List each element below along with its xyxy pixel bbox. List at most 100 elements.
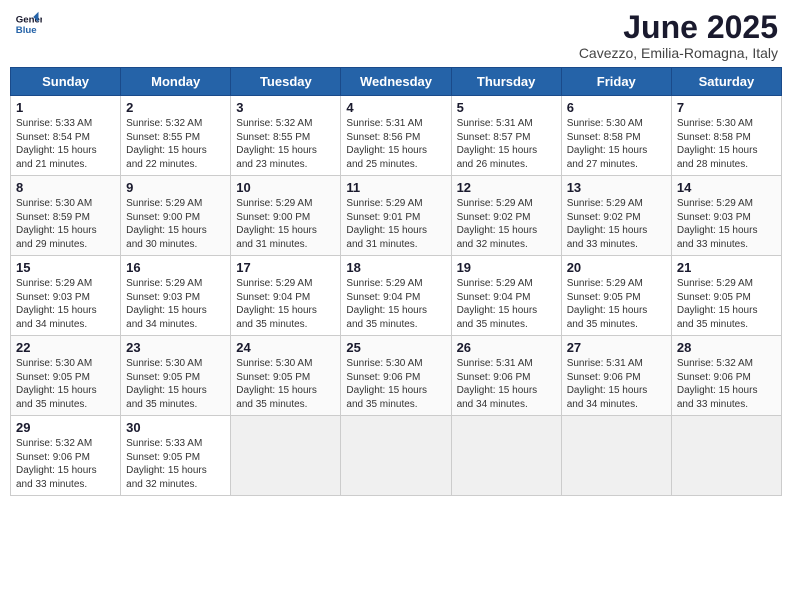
cell-info: Sunrise: 5:30 AM bbox=[236, 357, 335, 371]
cell-info: and 34 minutes. bbox=[567, 398, 666, 412]
day-number: 9 bbox=[126, 180, 225, 195]
calendar-cell bbox=[671, 416, 781, 496]
cell-info: Sunset: 9:04 PM bbox=[346, 291, 445, 305]
cell-info: Sunset: 9:04 PM bbox=[457, 291, 556, 305]
cell-info: Sunset: 9:06 PM bbox=[567, 371, 666, 385]
col-header-saturday: Saturday bbox=[671, 68, 781, 96]
cell-info: and 35 minutes. bbox=[457, 318, 556, 332]
day-number: 2 bbox=[126, 100, 225, 115]
day-number: 22 bbox=[16, 340, 115, 355]
cell-info: and 35 minutes. bbox=[126, 398, 225, 412]
day-number: 15 bbox=[16, 260, 115, 275]
calendar-cell: 1Sunrise: 5:33 AMSunset: 8:54 PMDaylight… bbox=[11, 96, 121, 176]
cell-info: Daylight: 15 hours bbox=[126, 464, 225, 478]
cell-info: Daylight: 15 hours bbox=[457, 304, 556, 318]
calendar-cell: 17Sunrise: 5:29 AMSunset: 9:04 PMDayligh… bbox=[231, 256, 341, 336]
week-row: 1Sunrise: 5:33 AMSunset: 8:54 PMDaylight… bbox=[11, 96, 782, 176]
cell-info: Daylight: 15 hours bbox=[16, 384, 115, 398]
cell-info: and 35 minutes. bbox=[236, 318, 335, 332]
cell-info: Sunset: 9:06 PM bbox=[346, 371, 445, 385]
calendar-cell: 22Sunrise: 5:30 AMSunset: 9:05 PMDayligh… bbox=[11, 336, 121, 416]
cell-info: Daylight: 15 hours bbox=[457, 144, 556, 158]
calendar-cell: 6Sunrise: 5:30 AMSunset: 8:58 PMDaylight… bbox=[561, 96, 671, 176]
day-number: 21 bbox=[677, 260, 776, 275]
cell-info: Sunset: 8:55 PM bbox=[126, 131, 225, 145]
cell-info: Sunrise: 5:29 AM bbox=[126, 197, 225, 211]
title-block: June 2025 Cavezzo, Emilia-Romagna, Italy bbox=[579, 10, 778, 61]
calendar-cell bbox=[231, 416, 341, 496]
cell-info: Sunrise: 5:29 AM bbox=[126, 277, 225, 291]
calendar-cell: 29Sunrise: 5:32 AMSunset: 9:06 PMDayligh… bbox=[11, 416, 121, 496]
day-number: 24 bbox=[236, 340, 335, 355]
day-number: 25 bbox=[346, 340, 445, 355]
cell-info: Sunrise: 5:33 AM bbox=[126, 437, 225, 451]
week-row: 22Sunrise: 5:30 AMSunset: 9:05 PMDayligh… bbox=[11, 336, 782, 416]
calendar-cell: 7Sunrise: 5:30 AMSunset: 8:58 PMDaylight… bbox=[671, 96, 781, 176]
cell-info: Daylight: 15 hours bbox=[236, 224, 335, 238]
day-number: 3 bbox=[236, 100, 335, 115]
cell-info: Daylight: 15 hours bbox=[16, 304, 115, 318]
day-number: 4 bbox=[346, 100, 445, 115]
cell-info: and 22 minutes. bbox=[126, 158, 225, 172]
cell-info: Sunrise: 5:29 AM bbox=[236, 277, 335, 291]
svg-text:Blue: Blue bbox=[16, 25, 37, 36]
calendar-cell: 4Sunrise: 5:31 AMSunset: 8:56 PMDaylight… bbox=[341, 96, 451, 176]
cell-info: Daylight: 15 hours bbox=[16, 144, 115, 158]
cell-info: Daylight: 15 hours bbox=[236, 304, 335, 318]
cell-info: Sunset: 8:54 PM bbox=[16, 131, 115, 145]
calendar-cell bbox=[561, 416, 671, 496]
cell-info: Daylight: 15 hours bbox=[236, 384, 335, 398]
cell-info: and 35 minutes. bbox=[236, 398, 335, 412]
cell-info: Sunset: 8:59 PM bbox=[16, 211, 115, 225]
cell-info: Daylight: 15 hours bbox=[346, 144, 445, 158]
calendar-cell: 13Sunrise: 5:29 AMSunset: 9:02 PMDayligh… bbox=[561, 176, 671, 256]
cell-info: Sunset: 9:05 PM bbox=[236, 371, 335, 385]
cell-info: Sunrise: 5:29 AM bbox=[677, 277, 776, 291]
calendar-cell: 25Sunrise: 5:30 AMSunset: 9:06 PMDayligh… bbox=[341, 336, 451, 416]
cell-info: and 25 minutes. bbox=[346, 158, 445, 172]
cell-info: Sunrise: 5:29 AM bbox=[567, 277, 666, 291]
cell-info: Sunset: 8:55 PM bbox=[236, 131, 335, 145]
cell-info: and 35 minutes. bbox=[346, 318, 445, 332]
cell-info: Sunset: 9:06 PM bbox=[16, 451, 115, 465]
cell-info: Sunrise: 5:32 AM bbox=[236, 117, 335, 131]
cell-info: Sunset: 9:05 PM bbox=[16, 371, 115, 385]
cell-info: Sunrise: 5:29 AM bbox=[677, 197, 776, 211]
cell-info: Sunset: 8:57 PM bbox=[457, 131, 556, 145]
cell-info: Sunrise: 5:29 AM bbox=[567, 197, 666, 211]
cell-info: and 21 minutes. bbox=[16, 158, 115, 172]
cell-info: Daylight: 15 hours bbox=[677, 384, 776, 398]
cell-info: and 29 minutes. bbox=[16, 238, 115, 252]
cell-info: Sunrise: 5:29 AM bbox=[16, 277, 115, 291]
calendar-cell: 3Sunrise: 5:32 AMSunset: 8:55 PMDaylight… bbox=[231, 96, 341, 176]
cell-info: Daylight: 15 hours bbox=[457, 224, 556, 238]
calendar-cell: 27Sunrise: 5:31 AMSunset: 9:06 PMDayligh… bbox=[561, 336, 671, 416]
cell-info: Sunset: 9:03 PM bbox=[126, 291, 225, 305]
cell-info: Sunrise: 5:30 AM bbox=[346, 357, 445, 371]
cell-info: Daylight: 15 hours bbox=[677, 224, 776, 238]
logo-icon: General Blue bbox=[14, 10, 42, 38]
day-number: 26 bbox=[457, 340, 556, 355]
month-title: June 2025 bbox=[579, 10, 778, 45]
calendar-cell: 30Sunrise: 5:33 AMSunset: 9:05 PMDayligh… bbox=[121, 416, 231, 496]
cell-info: and 33 minutes. bbox=[567, 238, 666, 252]
cell-info: and 35 minutes. bbox=[567, 318, 666, 332]
day-number: 20 bbox=[567, 260, 666, 275]
cell-info: and 33 minutes. bbox=[16, 478, 115, 492]
cell-info: Sunrise: 5:31 AM bbox=[567, 357, 666, 371]
cell-info: and 31 minutes. bbox=[236, 238, 335, 252]
cell-info: Sunset: 9:03 PM bbox=[16, 291, 115, 305]
day-number: 29 bbox=[16, 420, 115, 435]
cell-info: and 35 minutes. bbox=[346, 398, 445, 412]
calendar-cell: 23Sunrise: 5:30 AMSunset: 9:05 PMDayligh… bbox=[121, 336, 231, 416]
cell-info: and 30 minutes. bbox=[126, 238, 225, 252]
cell-info: Daylight: 15 hours bbox=[567, 384, 666, 398]
cell-info: Sunset: 9:02 PM bbox=[567, 211, 666, 225]
cell-info: Sunrise: 5:29 AM bbox=[457, 277, 556, 291]
cell-info: Sunrise: 5:31 AM bbox=[346, 117, 445, 131]
col-header-monday: Monday bbox=[121, 68, 231, 96]
cell-info: Sunrise: 5:32 AM bbox=[126, 117, 225, 131]
cell-info: and 35 minutes. bbox=[16, 398, 115, 412]
cell-info: and 31 minutes. bbox=[346, 238, 445, 252]
day-number: 13 bbox=[567, 180, 666, 195]
